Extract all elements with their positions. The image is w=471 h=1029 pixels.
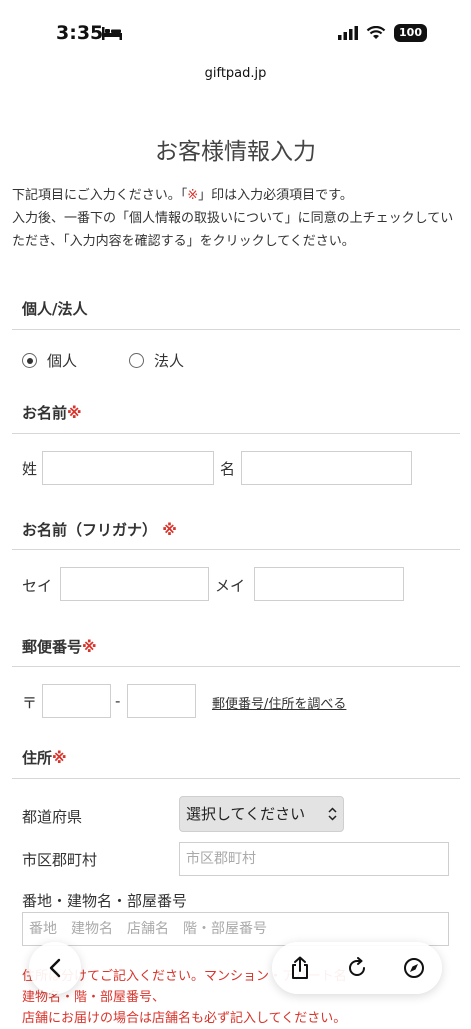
back-button[interactable]: [29, 942, 81, 994]
postal-mark: 〒: [22, 694, 38, 712]
share-button[interactable]: [287, 955, 313, 981]
city-input[interactable]: 市区郡町村: [179, 842, 449, 876]
prefecture-label: 都道府県: [22, 808, 83, 826]
browser-toolbar: [272, 942, 442, 994]
intro-text: 下記項目にご入力ください。「※」印は入力必須項目です。 入力後、一番下の「個人情…: [12, 184, 456, 253]
battery-indicator: 100: [394, 24, 427, 42]
postal-section-title: 郵便番号※: [22, 636, 97, 657]
share-icon: [292, 956, 309, 979]
compass-button[interactable]: [401, 955, 427, 981]
divider: [12, 433, 460, 434]
street-label: 番地・建物名・部屋番号: [22, 892, 188, 910]
wifi-icon: [366, 26, 386, 39]
address-section-title: 住所※: [22, 747, 67, 768]
radio-individual[interactable]: 個人: [22, 350, 77, 371]
kana-section-title: お名前（フリガナ） ※: [22, 519, 177, 540]
kana-last-label: セイ: [22, 577, 53, 595]
required-mark: ※: [67, 404, 82, 422]
radio-checked-icon: [22, 353, 37, 368]
required-mark: ※: [52, 749, 67, 767]
kana-first-label: メイ: [215, 577, 246, 595]
status-time: 3:35: [56, 22, 104, 44]
required-mark: ※: [82, 638, 97, 656]
first-name-label: 名: [220, 460, 236, 478]
prefecture-select-value: 選択してください: [186, 805, 306, 823]
page-title: お客様情報入力: [155, 139, 316, 165]
name-section-title: お名前※: [22, 402, 82, 423]
required-mark: ※: [162, 521, 177, 539]
compass-icon: [403, 958, 424, 978]
intro-line1-b: 」印は入力必須項目です。: [198, 188, 353, 203]
reload-icon: [348, 957, 365, 976]
postal-separator: -: [115, 692, 121, 710]
city-label: 市区郡町村: [22, 851, 98, 869]
address-title-text: 住所: [22, 749, 53, 767]
kana-last-input[interactable]: [60, 567, 209, 601]
type-section-title: 個人/法人: [22, 300, 88, 318]
select-updown-icon: [328, 807, 337, 821]
last-name-input[interactable]: [42, 451, 214, 485]
last-name-label: 姓: [22, 460, 38, 478]
divider: [12, 329, 460, 330]
bed-icon: [102, 27, 122, 40]
intro-required-mark: ※: [187, 188, 199, 203]
name-title-text: お名前: [22, 404, 68, 422]
kana-title-text: お名前（フリガナ）: [22, 521, 158, 539]
intro-line2: 入力後、一番下の「個人情報の取扱いについて」に同意の上チェックしていただき、「入…: [12, 211, 454, 249]
street-input[interactable]: 番地 建物名 店舗名 階・部屋番号: [22, 912, 449, 946]
intro-line1-a: 下記項目にご入力ください。「: [12, 188, 188, 203]
radio-corporate[interactable]: 法人: [129, 350, 184, 371]
back-icon: [49, 958, 61, 978]
divider: [12, 549, 460, 550]
address-note-3: 店舗にお届けの場合は店舗名も必ず記入してください。: [22, 1011, 347, 1026]
postal-code-first-input[interactable]: [42, 684, 111, 718]
first-name-input[interactable]: [241, 451, 412, 485]
postal-title-text: 郵便番号: [22, 638, 83, 656]
reload-button[interactable]: [344, 955, 370, 981]
divider: [12, 778, 460, 779]
postal-lookup-link[interactable]: 郵便番号/住所を調べる: [212, 693, 346, 712]
postal-code-second-input[interactable]: [127, 684, 196, 718]
divider: [12, 666, 460, 667]
kana-first-input[interactable]: [254, 567, 404, 601]
radio-corporate-label: 法人: [154, 352, 185, 370]
radio-individual-label: 個人: [47, 352, 78, 370]
url-domain[interactable]: giftpad.jp: [0, 66, 471, 81]
status-icons: 100: [338, 24, 427, 42]
cellular-signal-icon: [338, 26, 359, 40]
prefecture-select[interactable]: 選択してください: [179, 796, 344, 832]
radio-unchecked-icon: [129, 353, 144, 368]
